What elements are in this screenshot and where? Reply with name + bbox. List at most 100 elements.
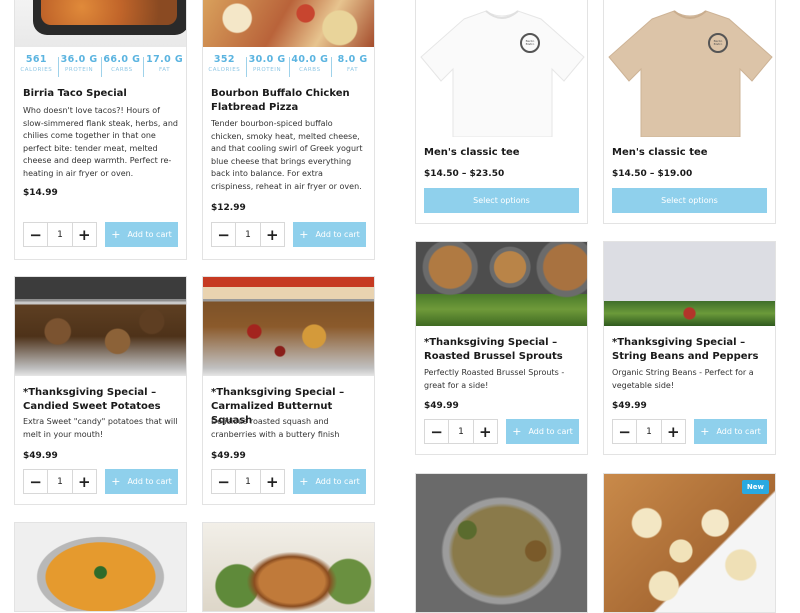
product-image[interactable] bbox=[416, 242, 587, 326]
plus-icon[interactable]: + bbox=[73, 470, 96, 493]
plus-icon: + bbox=[111, 475, 121, 488]
macro-carbs: 66.0 G CARBS bbox=[100, 54, 144, 77]
plus-icon: + bbox=[111, 228, 121, 241]
product-title[interactable]: Birria Taco Special bbox=[23, 87, 180, 101]
tshirt-image bbox=[608, 10, 773, 137]
brand-logo: Bento Bistro bbox=[708, 33, 728, 53]
product-card-soup bbox=[14, 522, 187, 612]
minus-icon[interactable]: − bbox=[425, 420, 448, 443]
quantity-stepper[interactable]: − 1 + bbox=[612, 419, 686, 444]
product-image[interactable] bbox=[15, 277, 186, 376]
product-price: $49.99 bbox=[211, 451, 246, 461]
product-card-brussel: *Thanksgiving Special – Roasted Brussel … bbox=[415, 241, 588, 455]
plus-icon: + bbox=[299, 228, 309, 241]
product-card-birria: 561 CALORIES 36.0 G PROTEIN 66.0 G CARBS 17… bbox=[14, 0, 187, 260]
product-card-string-beans: *Thanksgiving Special – String Beans and… bbox=[603, 241, 776, 455]
plus-icon: + bbox=[512, 425, 522, 438]
quantity-input[interactable]: 1 bbox=[47, 223, 73, 246]
product-card-squash: *Thanksgiving Special – Carmalized Butte… bbox=[202, 276, 375, 505]
quantity-input[interactable]: 1 bbox=[47, 470, 73, 493]
select-options-button[interactable]: Select options bbox=[424, 188, 579, 213]
plus-icon[interactable]: + bbox=[73, 223, 96, 246]
select-options-button[interactable]: Select options bbox=[612, 188, 767, 213]
product-card-turkey bbox=[202, 522, 375, 612]
add-to-cart-label: Add to cart bbox=[716, 427, 761, 436]
add-to-cart-button[interactable]: + Add to cart bbox=[105, 469, 178, 494]
product-image[interactable] bbox=[604, 474, 775, 612]
product-card-tee-tan: Bento Bistro Men's classic tee $14.50 – … bbox=[603, 0, 776, 224]
macro-calories: 561 CALORIES bbox=[20, 53, 53, 73]
product-description: Perfectly Roasted Brussel Sprouts - grea… bbox=[424, 368, 565, 390]
product-description: Who doesn't love tacos?! Hours of slow-s… bbox=[23, 106, 178, 178]
add-to-cart-label: Add to cart bbox=[315, 230, 360, 239]
minus-icon[interactable]: − bbox=[212, 223, 235, 246]
plus-icon: + bbox=[700, 425, 710, 438]
add-to-cart-label: Add to cart bbox=[315, 477, 360, 486]
quantity-input[interactable]: 1 bbox=[448, 420, 474, 443]
product-title[interactable]: Men's classic tee bbox=[424, 146, 581, 160]
plus-icon[interactable]: + bbox=[662, 420, 685, 443]
quantity-stepper[interactable]: − 1 + bbox=[424, 419, 498, 444]
macro-row: 561 CALORIES 36.0 G PROTEIN 66.0 G CARBS 17… bbox=[15, 49, 186, 77]
product-price: $14.50 – $23.50 bbox=[424, 169, 505, 179]
plus-icon: + bbox=[299, 475, 309, 488]
product-title[interactable]: *Thanksgiving Special – Candied Sweet Po… bbox=[23, 386, 180, 414]
product-image[interactable] bbox=[203, 0, 374, 47]
product-card-pizza: 352 CALORIES 30.0 G PROTEIN 40.0 G CARBS 8.… bbox=[202, 0, 375, 260]
product-image[interactable] bbox=[203, 523, 374, 611]
add-to-cart-label: Add to cart bbox=[528, 427, 573, 436]
product-card-sweet-potatoes: *Thanksgiving Special – Candied Sweet Po… bbox=[14, 276, 187, 505]
plus-icon[interactable]: + bbox=[261, 470, 284, 493]
macro-carbs: 40.0 G CARBS bbox=[288, 54, 332, 77]
add-to-cart-button[interactable]: + Add to cart bbox=[293, 469, 366, 494]
product-image[interactable] bbox=[203, 277, 374, 376]
product-title[interactable]: Bourbon Buffalo Chicken Flatbread Pizza bbox=[211, 87, 368, 115]
macro-fat: 17.0 G FAT bbox=[143, 54, 186, 77]
quantity-stepper[interactable]: − 1 + bbox=[23, 469, 97, 494]
plus-icon[interactable]: + bbox=[261, 223, 284, 246]
product-title[interactable]: Men's classic tee bbox=[612, 146, 769, 160]
macro-protein: 30.0 G PROTEIN bbox=[245, 54, 289, 77]
macro-row: 352 CALORIES 30.0 G PROTEIN 40.0 G CARBS 8.… bbox=[203, 49, 374, 77]
product-description: Delicious roasted squash and cranberries… bbox=[211, 417, 340, 439]
minus-icon[interactable]: − bbox=[24, 470, 47, 493]
quantity-input[interactable]: 1 bbox=[235, 223, 261, 246]
new-badge: New bbox=[741, 480, 769, 494]
product-description: Extra Sweet "candy" potatoes that will m… bbox=[23, 417, 178, 439]
product-image[interactable]: Bento Bistro bbox=[604, 0, 775, 137]
product-price: $49.99 bbox=[612, 401, 647, 411]
product-price: $14.50 – $19.00 bbox=[612, 169, 693, 179]
product-price: $49.99 bbox=[424, 401, 459, 411]
add-to-cart-button[interactable]: + Add to cart bbox=[293, 222, 366, 247]
product-image[interactable] bbox=[15, 0, 186, 47]
product-description: Tender bourbon-spiced buffalo chicken, s… bbox=[211, 119, 363, 191]
quantity-stepper[interactable]: − 1 + bbox=[211, 469, 285, 494]
product-image[interactable]: Bento Bistro bbox=[416, 0, 587, 137]
brand-logo: Bento Bistro bbox=[520, 33, 540, 53]
macro-fat: 8.0 G FAT bbox=[331, 54, 374, 77]
add-to-cart-label: Add to cart bbox=[127, 477, 172, 486]
add-to-cart-button[interactable]: + Add to cart bbox=[105, 222, 178, 247]
product-title[interactable]: *Thanksgiving Special – Roasted Brussel … bbox=[424, 336, 581, 364]
quantity-input[interactable]: 1 bbox=[235, 470, 261, 493]
plus-icon[interactable]: + bbox=[474, 420, 497, 443]
minus-icon[interactable]: − bbox=[613, 420, 636, 443]
tshirt-image bbox=[420, 10, 585, 137]
macro-protein: 36.0 G PROTEIN bbox=[57, 54, 101, 77]
product-card-stuffing bbox=[415, 473, 588, 613]
add-to-cart-button[interactable]: + Add to cart bbox=[506, 419, 579, 444]
add-to-cart-label: Add to cart bbox=[127, 230, 172, 239]
quantity-stepper[interactable]: − 1 + bbox=[211, 222, 285, 247]
minus-icon[interactable]: − bbox=[24, 223, 47, 246]
product-image[interactable] bbox=[604, 242, 775, 326]
product-image[interactable] bbox=[416, 474, 587, 612]
add-to-cart-button[interactable]: + Add to cart bbox=[694, 419, 767, 444]
product-title[interactable]: *Thanksgiving Special – String Beans and… bbox=[612, 336, 769, 364]
product-image[interactable] bbox=[15, 523, 186, 611]
quantity-stepper[interactable]: − 1 + bbox=[23, 222, 97, 247]
product-price: $12.99 bbox=[211, 203, 246, 213]
product-card-tee-white: Bento Bistro Men's classic tee $14.50 – … bbox=[415, 0, 588, 224]
minus-icon[interactable]: − bbox=[212, 470, 235, 493]
product-price: $49.99 bbox=[23, 451, 58, 461]
quantity-input[interactable]: 1 bbox=[636, 420, 662, 443]
